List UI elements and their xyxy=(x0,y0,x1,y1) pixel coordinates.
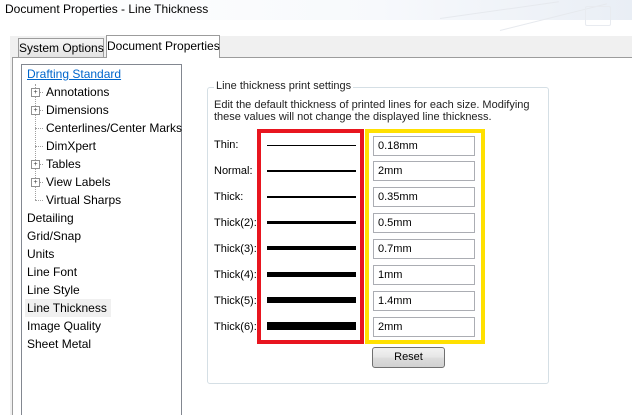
tree-item-drafting-standard[interactable]: Drafting Standard xyxy=(27,65,121,83)
row-label-normal: Normal: xyxy=(214,165,253,177)
tab-system-options[interactable]: System Options xyxy=(18,38,104,58)
expand-tables-icon[interactable]: + xyxy=(31,160,40,169)
tree-connector xyxy=(35,146,43,147)
expand-annotations-icon[interactable]: + xyxy=(31,88,40,97)
tree-item-tables[interactable]: Tables xyxy=(46,155,81,173)
tree-item-view-labels[interactable]: View Labels xyxy=(46,173,111,191)
tree-item-line-style[interactable]: Line Style xyxy=(27,281,80,299)
row-label-thick-3: Thick(3): xyxy=(214,243,257,255)
tree-item-dimensions[interactable]: Dimensions xyxy=(46,101,109,119)
title-bar: Document Properties - Line Thickness xyxy=(0,0,632,20)
expand-view-labels-icon[interactable]: + xyxy=(31,178,40,187)
document-properties-window: Document Properties - Line Thickness Sys… xyxy=(0,0,632,415)
row-label-thick-2: Thick(2): xyxy=(214,217,257,229)
row-label-thick-6: Thick(6): xyxy=(214,321,257,333)
tree-item-dimxpert[interactable]: DimXpert xyxy=(46,137,96,155)
tree-item-line-thickness[interactable]: Line Thickness xyxy=(25,299,111,317)
row-label-thin: Thin: xyxy=(214,139,239,151)
tab-document-properties[interactable]: Document Properties xyxy=(106,35,220,58)
row-label-thick-4: Thick(4): xyxy=(214,269,257,281)
group-description: Edit the default thickness of printed li… xyxy=(214,99,530,123)
tree-connector xyxy=(35,128,43,129)
tree-item-units[interactable]: Units xyxy=(27,245,54,263)
background-decoration xyxy=(585,6,611,26)
tree-item-image-quality[interactable]: Image Quality xyxy=(27,317,101,335)
tree-connector xyxy=(35,200,43,201)
tree-item-line-font[interactable]: Line Font xyxy=(27,263,77,281)
values-highlight xyxy=(365,129,485,344)
window-title: Document Properties - Line Thickness xyxy=(5,2,209,16)
tree-item-virtual-sharps[interactable]: Virtual Sharps xyxy=(46,191,121,209)
tree-item-annotations[interactable]: Annotations xyxy=(46,83,109,101)
row-label-thick: Thick: xyxy=(214,191,244,203)
tree-item-detailing[interactable]: Detailing xyxy=(27,209,74,227)
group-legend: Line thickness print settings xyxy=(214,80,354,92)
expand-dimensions-icon[interactable]: + xyxy=(31,106,40,115)
line-samples-highlight xyxy=(257,129,364,344)
tree-item-sheet-metal[interactable]: Sheet Metal xyxy=(27,335,91,353)
row-label-thick-5: Thick(5): xyxy=(214,295,257,307)
tree-item-grid-snap[interactable]: Grid/Snap xyxy=(27,227,81,245)
reset-button[interactable]: Reset xyxy=(372,347,445,368)
tree-item-centerlines[interactable]: Centerlines/Center Marks xyxy=(46,119,182,137)
